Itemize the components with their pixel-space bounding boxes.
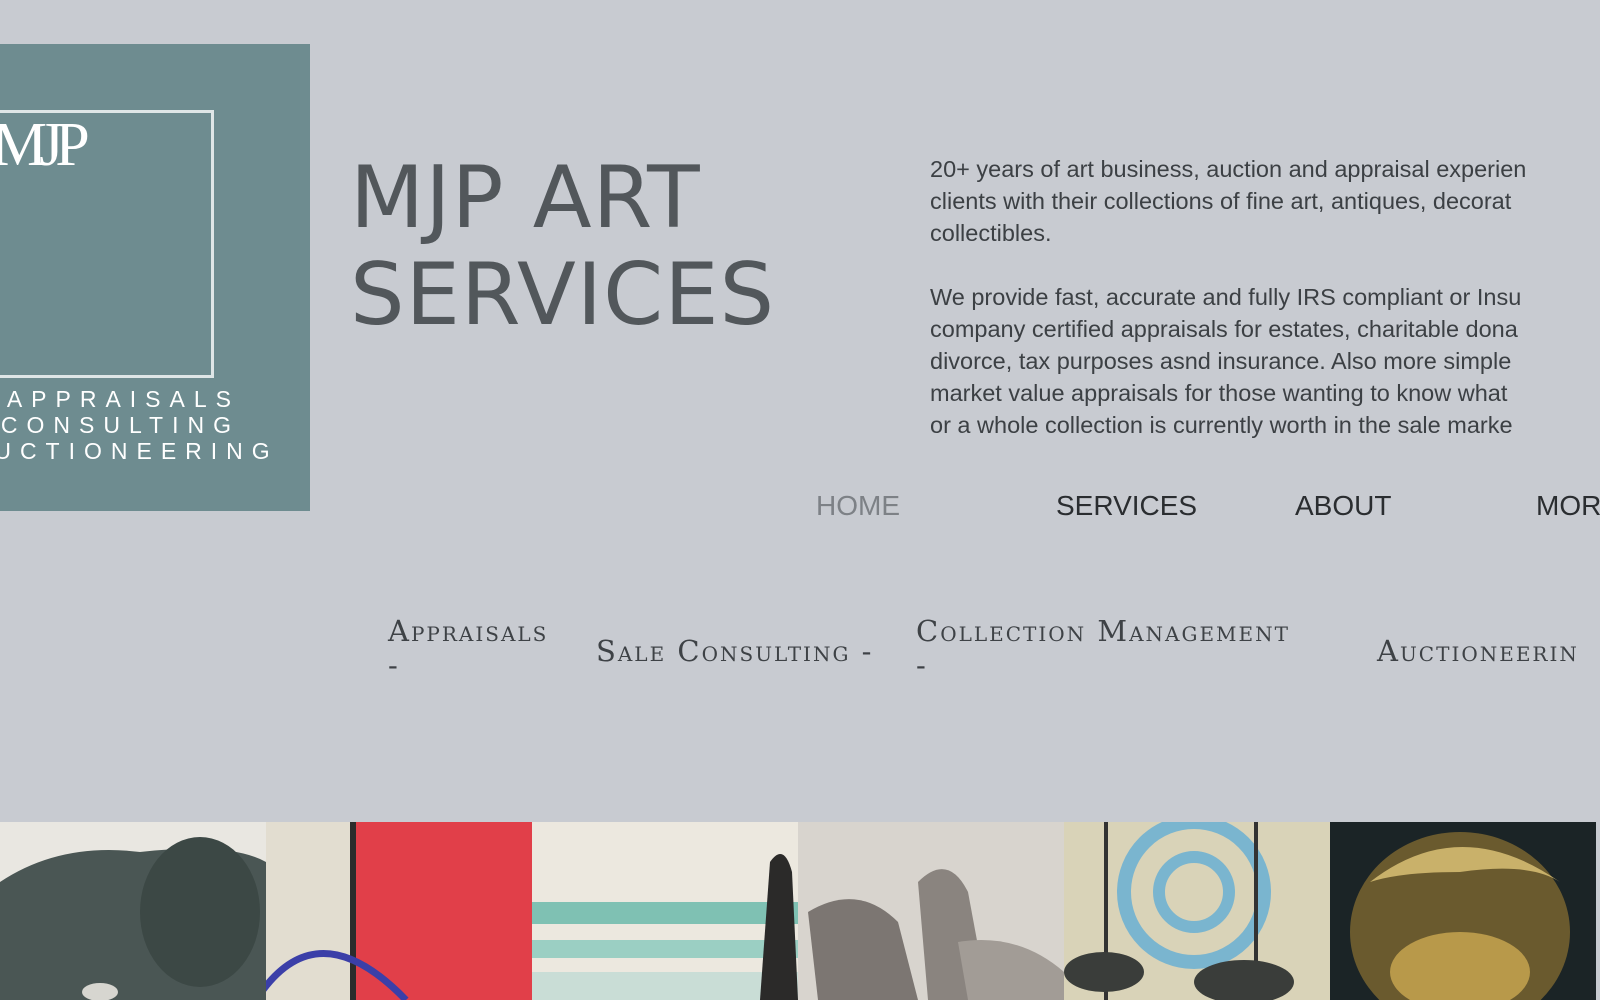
gallery-image-seascape-painting[interactable] — [532, 822, 798, 1000]
intro-line: clients with their collections of fine a… — [930, 188, 1512, 214]
site-title-line: MJP ART — [350, 148, 701, 248]
intro-line: company certified appraisals for estates… — [930, 316, 1518, 342]
site-title[interactable]: MJP ART SERVICES — [350, 150, 775, 344]
subnav-separator: - — [916, 648, 928, 682]
gallery-image-hand-drawing[interactable] — [798, 822, 1064, 1000]
logo-monogram: MJP — [0, 111, 90, 179]
intro-line: 20+ years of art business, auction and a… — [930, 156, 1527, 182]
intro-line: collectibles. — [930, 220, 1052, 246]
gallery-strip — [0, 822, 1600, 1000]
subnav-sale-consulting[interactable]: Sale Consulting - — [596, 634, 873, 668]
nav-item-services[interactable]: SERVICES — [1056, 490, 1197, 522]
subnav-appraisals[interactable]: Appraisals - — [388, 614, 548, 682]
nav-item-about[interactable]: ABOUT — [1295, 490, 1391, 522]
nav-item-more[interactable]: MOR — [1536, 490, 1600, 522]
intro-paragraph: 20+ years of art business, auction and a… — [930, 153, 1600, 249]
intro-line: We provide fast, accurate and fully IRS … — [930, 284, 1522, 310]
intro-text: 20+ years of art business, auction and a… — [930, 153, 1600, 473]
logo-tagline-line: AUCTIONEERING — [0, 438, 279, 464]
intro-line: market value appraisals for those wantin… — [930, 380, 1508, 406]
logo-tagline: APPRAISALS CONSULTING AUCTIONEERING — [0, 386, 279, 464]
gallery-image-abstract-red-painting[interactable] — [266, 822, 532, 1000]
intro-line: or a whole collection is currently worth… — [930, 412, 1513, 438]
site-logo[interactable]: MJP APPRAISALS CONSULTING AUCTIONEERING — [0, 44, 310, 511]
subnav-auctioneering[interactable]: Auctioneerin — [1377, 634, 1579, 668]
gallery-image-elephant-sculpture[interactable] — [0, 822, 266, 1000]
subnav-separator: - — [388, 648, 400, 682]
logo-tagline-line: APPRAISALS — [6, 386, 240, 412]
subnav-collection-management[interactable]: Collection Management - — [916, 614, 1290, 682]
nav-item-home[interactable]: HOME — [816, 490, 900, 522]
logo-tagline-line: CONSULTING — [0, 412, 240, 438]
intro-line: divorce, tax purposes asnd insurance. Al… — [930, 348, 1512, 374]
intro-paragraph: We provide fast, accurate and fully IRS … — [930, 281, 1600, 441]
gallery-image-blue-print-artwork[interactable] — [1064, 822, 1330, 1000]
subnav-label: Collection Management — [916, 614, 1290, 648]
subnav-label: Appraisals — [388, 614, 549, 648]
site-title-line: SERVICES — [350, 245, 776, 345]
gallery-image-bronze-bust[interactable] — [1330, 822, 1596, 1000]
